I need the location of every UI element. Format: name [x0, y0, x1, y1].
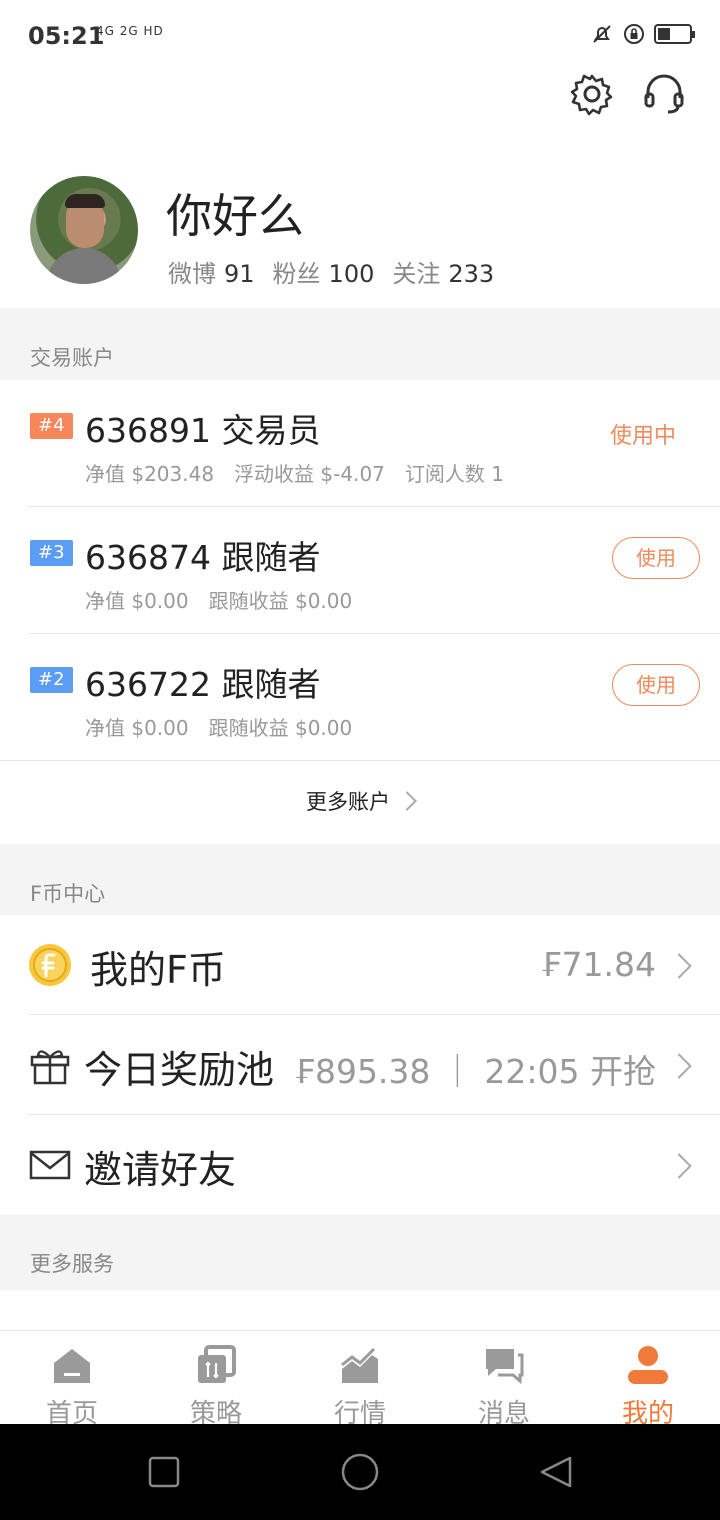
account-title: 636874 跟随者 [85, 538, 321, 577]
my-fcoin-label: 我的F币 [90, 948, 226, 992]
my-fcoin-row[interactable]: 我的F币 ₣71.84 [0, 915, 720, 1015]
profile-icon [628, 1346, 668, 1384]
fans-stat[interactable]: 粉丝 100 [273, 254, 375, 289]
account-row[interactable]: #2 636722 跟随者 净值 $0.00 跟随收益 $0.00 使用 [0, 634, 720, 760]
customer-service-headset-icon[interactable] [642, 72, 686, 116]
fcoin-card: 我的F币 ₣71.84 今日奖励池 ₣895.38 ｜ 22:05 开抢 邀请好… [0, 915, 720, 1215]
more-accounts-label: 更多账户 [306, 790, 390, 814]
account-tag: #2 [30, 667, 73, 693]
tab-home[interactable]: 首页 [0, 1331, 144, 1429]
profile-stats: 微博 91 粉丝 100 关注 233 [168, 254, 494, 289]
chevron-right-icon [666, 1153, 692, 1179]
recent-apps-icon[interactable] [148, 1456, 180, 1488]
account-title: 636891 交易员 [85, 411, 321, 450]
rotation-lock-icon [624, 24, 644, 44]
use-account-button[interactable]: 使用 [612, 537, 700, 579]
header-area: 05:21 4G 2G HD 你好么 微博 91 粉丝 100 关注 233 [0, 0, 720, 308]
more-accounts-link[interactable]: 更多账户 [0, 761, 720, 843]
strategy-icon [198, 1345, 236, 1383]
reward-pool-label: 今日奖励池 [84, 1048, 275, 1092]
chevron-right-icon [666, 1053, 692, 1079]
section-label-more-services: 更多服务 [30, 1252, 114, 1276]
mute-bell-icon [593, 25, 611, 43]
chevron-right-icon [666, 953, 692, 979]
status-bar: 05:21 4G 2G HD [0, 0, 720, 72]
envelope-icon [29, 1150, 71, 1180]
account-row[interactable]: #4 636891 交易员 净值 $203.48 浮动收益 $-4.07 订阅人数 … [0, 380, 720, 506]
reward-pool-value: ₣895.38 ｜ 22:05 开抢 [293, 1052, 656, 1091]
fcoin-coin-icon [29, 944, 71, 986]
tab-profile[interactable]: 我的 [576, 1331, 720, 1429]
status-icons [590, 22, 695, 46]
home-icon [54, 1349, 90, 1383]
account-title: 636722 跟随者 [85, 665, 321, 704]
invite-friends-row[interactable]: 邀请好友 [0, 1115, 720, 1215]
follow-stat[interactable]: 关注 233 [392, 254, 494, 289]
use-account-button[interactable]: 使用 [612, 664, 700, 706]
market-icon [341, 1347, 378, 1383]
tab-market[interactable]: 行情 [288, 1331, 432, 1429]
gift-icon [30, 1050, 70, 1085]
account-details: 净值 $0.00 跟随收益 $0.00 [85, 716, 353, 740]
screen: 05:21 4G 2G HD 你好么 微博 91 粉丝 100 关注 233 交… [0, 0, 720, 1520]
back-triangle-icon[interactable] [538, 1454, 574, 1490]
home-circle-icon[interactable] [340, 1452, 380, 1492]
invite-friends-label: 邀请好友 [84, 1148, 237, 1192]
account-tag: #4 [30, 413, 73, 439]
reward-pool-row[interactable]: 今日奖励池 ₣895.38 ｜ 22:05 开抢 [0, 1015, 720, 1115]
username: 你好么 [166, 189, 304, 243]
account-row[interactable]: #3 636874 跟随者 净值 $0.00 跟随收益 $0.00 使用 [0, 507, 720, 633]
account-tag: #3 [30, 540, 73, 566]
section-label-accounts: 交易账户 [30, 346, 114, 370]
profile-section[interactable]: 你好么 微博 91 粉丝 100 关注 233 [0, 176, 720, 288]
system-navigation-bar [0, 1424, 720, 1520]
avatar[interactable] [30, 176, 138, 284]
tab-messages[interactable]: 消息 [432, 1331, 576, 1429]
more-services-card [0, 1290, 720, 1330]
status-time: 05:21 [28, 22, 105, 50]
battery-icon [654, 24, 695, 44]
accounts-card: #4 636891 交易员 净值 $203.48 浮动收益 $-4.07 订阅人数 … [0, 380, 720, 844]
weibo-stat[interactable]: 微博 91 [168, 254, 255, 289]
account-details: 净值 $0.00 跟随收益 $0.00 [85, 589, 353, 613]
bottom-tab-bar: 首页 策略 行情 消息 我的 [0, 1330, 720, 1429]
section-label-fcoin: F币中心 [30, 882, 106, 906]
settings-gear-icon[interactable] [570, 72, 614, 116]
in-use-status: 使用中 [609, 424, 676, 449]
my-fcoin-value: ₣71.84 [540, 945, 656, 984]
network-indicator: 4G 2G HD [96, 24, 164, 38]
tab-strategy[interactable]: 策略 [144, 1331, 288, 1429]
message-icon [486, 1349, 524, 1385]
account-details: 净值 $203.48 浮动收益 $-4.07 订阅人数 1 [85, 462, 504, 486]
chevron-right-icon [397, 791, 417, 811]
